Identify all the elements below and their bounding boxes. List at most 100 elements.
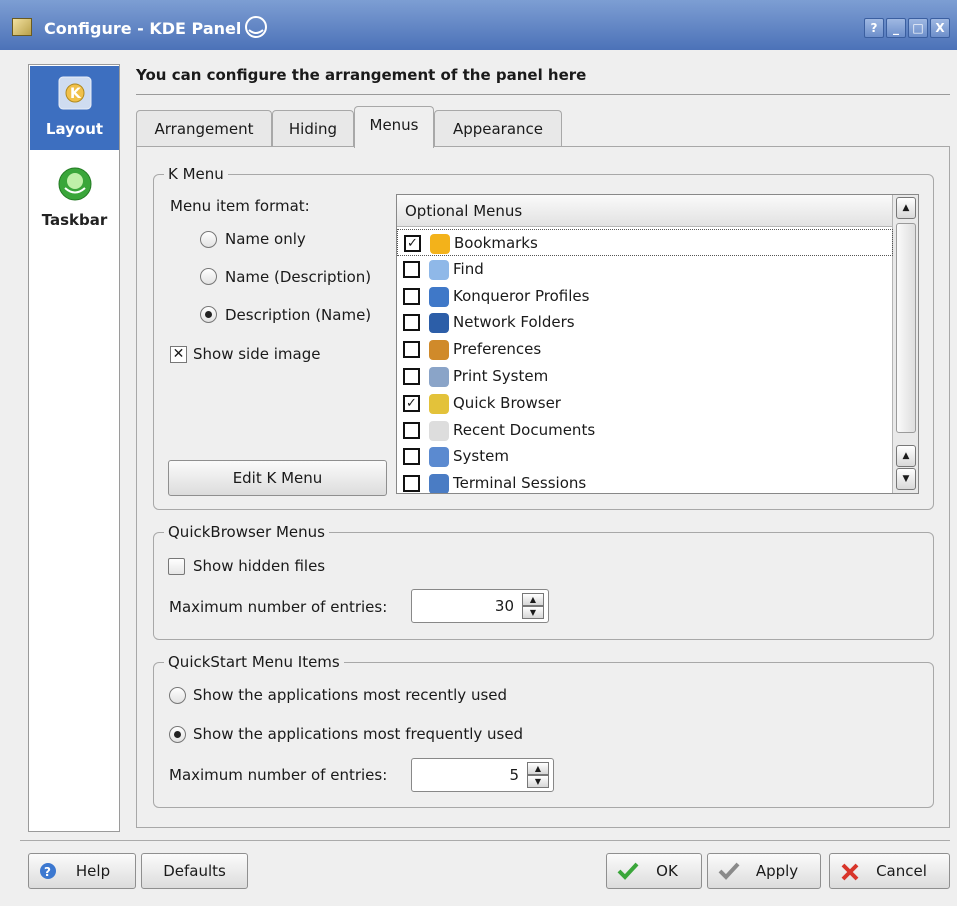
printer-icon xyxy=(429,367,449,387)
radio-label[interactable]: Show the applications most frequently us… xyxy=(193,725,523,743)
quickbrowser-max-spinbox[interactable]: 30 ▲ ▼ xyxy=(411,589,549,623)
checkmark-icon xyxy=(617,862,639,880)
spin-value[interactable]: 30 xyxy=(495,597,514,615)
spin-up-icon[interactable]: ▲ xyxy=(522,593,544,606)
list-item[interactable]: ✓ Quick Browser xyxy=(397,390,893,417)
list-item-label: Bookmarks xyxy=(454,234,538,252)
svg-text:?: ? xyxy=(44,865,51,879)
sidebar-item-layout[interactable]: K Layout xyxy=(30,66,119,150)
list-item[interactable]: Konqueror Profiles xyxy=(397,283,893,310)
radio-description-name[interactable] xyxy=(200,306,217,323)
list-item-label: Find xyxy=(453,259,484,278)
list-item[interactable]: System xyxy=(397,443,893,470)
sidebar: K Layout Taskbar xyxy=(28,64,120,832)
max-entries-label: Maximum number of entries: xyxy=(169,766,388,784)
cancel-button[interactable]: Cancel xyxy=(829,853,950,889)
radio-recently-used[interactable] xyxy=(169,687,186,704)
list-item-checkbox[interactable] xyxy=(403,448,420,466)
list-item-label: Quick Browser xyxy=(453,393,561,412)
spin-up-icon[interactable]: ▲ xyxy=(527,762,549,775)
radio-label[interactable]: Show the applications most recently used xyxy=(193,686,507,704)
list-item[interactable]: Print System xyxy=(397,363,893,390)
show-hidden-files-checkbox[interactable] xyxy=(168,558,185,575)
app-icon xyxy=(12,18,32,36)
button-label: Apply xyxy=(755,862,799,880)
list-item[interactable]: Find xyxy=(397,256,893,283)
show-side-image-checkbox[interactable]: ✕ xyxy=(170,346,187,363)
radio-name-only[interactable] xyxy=(200,231,217,248)
close-button[interactable]: X xyxy=(930,18,950,38)
list-item[interactable]: Preferences xyxy=(397,336,893,363)
list-item-checkbox[interactable] xyxy=(403,314,420,332)
button-label: Help xyxy=(75,862,111,880)
spin-arrows[interactable]: ▲ ▼ xyxy=(527,762,549,788)
tab-appearance[interactable]: Appearance xyxy=(434,110,562,148)
radio-label[interactable]: Name only xyxy=(225,230,306,248)
panel-logo-icon xyxy=(245,16,267,38)
title-bar[interactable]: Configure - KDE Panel ? _ □ X xyxy=(0,0,957,50)
spin-arrows[interactable]: ▲ ▼ xyxy=(522,593,544,619)
edit-kmenu-button[interactable]: Edit K Menu xyxy=(168,460,387,496)
list-item-checkbox[interactable] xyxy=(403,260,420,278)
help-button[interactable]: ? Help xyxy=(28,853,136,889)
tab-label: Appearance xyxy=(452,120,544,138)
spin-down-icon[interactable]: ▼ xyxy=(527,775,549,788)
apply-button[interactable]: Apply xyxy=(707,853,821,889)
scroll-up-icon[interactable]: ▲ xyxy=(896,445,916,467)
minimize-button[interactable]: _ xyxy=(886,18,906,38)
help-title-button[interactable]: ? xyxy=(864,18,884,38)
radio-name-description[interactable] xyxy=(200,268,217,285)
divider xyxy=(136,94,950,95)
checkbox-label[interactable]: Show hidden files xyxy=(193,557,325,575)
divider xyxy=(20,840,950,841)
tab-menus[interactable]: Menus xyxy=(354,106,434,148)
maximize-button[interactable]: □ xyxy=(908,18,928,38)
max-entries-label: Maximum number of entries: xyxy=(169,598,388,616)
list-scrollbar[interactable]: ▲ ▲ ▼ xyxy=(892,195,918,493)
optional-menus-list[interactable]: Optional Menus ▲ ▲ ▼ ✓ Bookmarks Find Konqu… xyxy=(396,194,919,494)
tab-hiding[interactable]: Hiding xyxy=(272,110,354,148)
quick-browser-icon xyxy=(429,393,449,414)
spin-down-icon[interactable]: ▼ xyxy=(522,606,544,619)
list-item-checkbox[interactable] xyxy=(403,475,420,493)
list-item[interactable]: Recent Documents xyxy=(397,417,893,444)
list-item-label: Network Folders xyxy=(453,313,575,332)
list-item-label: Recent Documents xyxy=(453,420,596,439)
quickstart-max-spinbox[interactable]: 5 ▲ ▼ xyxy=(411,758,554,792)
quickbrowser-group: QuickBrowser Menus xyxy=(153,523,934,640)
list-item[interactable]: Network Folders xyxy=(397,309,893,336)
spin-value[interactable]: 5 xyxy=(509,766,519,784)
radio-label[interactable]: Name (Description) xyxy=(225,268,371,286)
list-header[interactable]: Optional Menus xyxy=(397,195,893,227)
magnifier-icon xyxy=(429,259,449,280)
defaults-button[interactable]: Defaults xyxy=(141,853,248,889)
list-item-checkbox[interactable] xyxy=(403,421,420,439)
list-item-checkbox[interactable] xyxy=(403,287,420,305)
scroll-up-icon[interactable]: ▲ xyxy=(896,197,916,219)
list-item-checkbox[interactable] xyxy=(403,341,420,359)
globe-icon xyxy=(429,313,449,334)
radio-frequently-used[interactable] xyxy=(169,726,186,743)
wrench-icon xyxy=(429,340,449,361)
sidebar-item-taskbar[interactable]: Taskbar xyxy=(30,157,119,237)
list-item-checkbox[interactable]: ✓ xyxy=(404,235,421,252)
radio-label[interactable]: Description (Name) xyxy=(225,306,371,324)
list-item[interactable]: ✓ Bookmarks xyxy=(397,229,893,256)
cancel-x-icon xyxy=(841,863,859,881)
button-label: OK xyxy=(656,862,678,880)
help-icon: ? xyxy=(40,863,56,879)
configure-dialog: Configure - KDE Panel ? _ □ X K Layout T… xyxy=(0,0,957,906)
list-item-checkbox[interactable]: ✓ xyxy=(403,394,420,412)
tab-arrangement[interactable]: Arrangement xyxy=(136,110,272,148)
ok-button[interactable]: OK xyxy=(606,853,702,889)
list-item-checkbox[interactable] xyxy=(403,368,420,385)
tab-label: Arrangement xyxy=(154,120,254,138)
group-legend: K Menu xyxy=(164,165,228,183)
list-item[interactable]: Terminal Sessions xyxy=(397,470,893,493)
scroll-thumb[interactable] xyxy=(896,223,916,433)
checkbox-label[interactable]: Show side image xyxy=(193,345,320,363)
document-icon xyxy=(429,420,449,441)
svg-text:K: K xyxy=(70,86,82,102)
scroll-down-icon[interactable]: ▼ xyxy=(896,468,916,490)
tab-label: Hiding xyxy=(288,120,338,138)
